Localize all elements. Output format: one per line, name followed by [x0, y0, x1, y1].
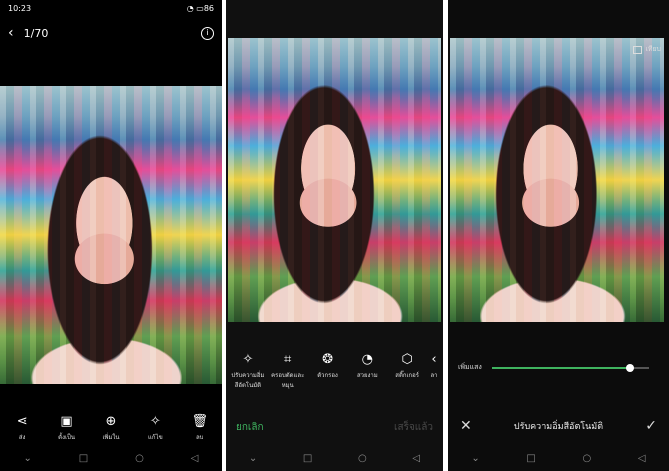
system-nav-bar: ⌄ □ ○ ◁ — [226, 445, 443, 471]
chevron-left-icon[interactable]: ‹ — [8, 25, 14, 41]
adjust-title: ปรับความอิ่มสีอัตโนมัติ — [513, 422, 604, 432]
sticker-icon: ⬡ — [401, 352, 413, 367]
slider-handle[interactable] — [626, 363, 635, 372]
info-icon[interactable]: i — [201, 26, 214, 40]
trash-icon: 🗑 — [191, 414, 208, 429]
battery-indicator: ◔ ▭86 — [186, 4, 214, 13]
photo-viewer-screen: 10:23 ◔ ▭86 ‹ 1/70 i ⋖ ส่ง ▣ ตั้งเป็น ⊕ เพิ… — [0, 0, 222, 471]
magic-wand-icon: ✧ — [149, 414, 161, 429]
intensity-slider[interactable] — [492, 363, 649, 372]
set-as-button[interactable]: ▣ ตั้งเป็น — [47, 414, 87, 442]
edit-button[interactable]: ✧ แก้ไข — [135, 414, 175, 442]
square-icon[interactable]: □ — [79, 453, 88, 464]
tool-auto-enhance[interactable]: ✧ ปรับความอิ่ม สีอัตโนมัติ — [228, 352, 268, 390]
photo-image — [228, 38, 441, 322]
system-nav-bar: ⌄ □ ○ ◁ — [0, 445, 222, 471]
set-as-icon: ▣ — [60, 414, 73, 429]
beauty-icon: ◔ — [361, 352, 374, 367]
back-triangle-icon[interactable]: ◁ — [191, 453, 199, 464]
delete-button[interactable]: 🗑 ลบ — [180, 414, 220, 442]
slider-fill — [492, 366, 631, 369]
more-icon: ‹ — [431, 352, 437, 367]
share-icon: ⋖ — [16, 414, 28, 429]
circle-icon[interactable]: ○ — [583, 453, 592, 464]
circle-icon[interactable]: ○ — [135, 453, 144, 464]
viewer-action-bar: ⋖ ส่ง ▣ ตั้งเป็น ⊕ เพิ่มใน ✧ แก้ไข 🗑 ลบ — [0, 414, 222, 442]
tool-more[interactable]: ‹ ลา — [427, 352, 441, 390]
editor-tool-bar: ✧ ปรับความอิ่ม สีอัตโนมัติ ⌗ ครอบตัดและ หม… — [226, 352, 443, 390]
back-triangle-icon[interactable]: ◁ — [638, 453, 646, 464]
adjust-footer: ✕ ปรับความอิ่มสีอัตโนมัติ ✓ — [448, 412, 669, 440]
crop-rotate-icon: ⌗ — [284, 352, 292, 367]
auto-enhance-screen: เทียบ เพิ่มแสง ✕ ปรับความอิ่มสีอัตโนมัติ… — [448, 0, 669, 471]
add-icon: ⊕ — [105, 414, 117, 429]
cancel-button[interactable]: ยกเลิก — [236, 420, 264, 435]
compare-icon — [633, 45, 643, 54]
chevron-down-icon[interactable]: ⌄ — [23, 453, 31, 464]
slider-label: เพิ่มแสง — [458, 363, 482, 371]
system-nav-bar: ⌄ □ ○ ◁ — [448, 445, 669, 471]
square-icon[interactable]: □ — [526, 453, 535, 464]
status-bar: 10:23 ◔ ▭86 — [0, 0, 222, 18]
photo-image[interactable] — [0, 86, 222, 384]
photo-image — [450, 38, 664, 322]
share-button[interactable]: ⋖ ส่ง — [2, 414, 42, 442]
tool-beauty[interactable]: ◔ สวยงาม — [347, 352, 387, 390]
compare-button[interactable]: เทียบ — [633, 44, 661, 55]
filter-icon: ❂ — [322, 352, 333, 367]
circle-icon[interactable]: ○ — [358, 453, 367, 464]
check-icon[interactable]: ✓ — [645, 418, 657, 434]
close-icon[interactable]: ✕ — [460, 418, 472, 434]
done-button[interactable]: เสร็จแล้ว — [394, 420, 433, 435]
chevron-down-icon[interactable]: ⌄ — [249, 453, 257, 464]
tool-crop-rotate[interactable]: ⌗ ครอบตัดและ หมุน — [268, 352, 308, 390]
intensity-slider-row: เพิ่มแสง — [458, 362, 659, 373]
auto-enhance-icon: ✧ — [242, 352, 254, 367]
tool-sticker[interactable]: ⬡ สติ๊กเกอร์ — [387, 352, 427, 390]
square-icon[interactable]: □ — [303, 453, 312, 464]
viewer-top-bar: ‹ 1/70 i — [0, 22, 222, 44]
chevron-down-icon[interactable]: ⌄ — [471, 453, 479, 464]
status-time: 10:23 — [8, 4, 32, 13]
tool-filter[interactable]: ❂ ตัวกรอง — [308, 352, 348, 390]
photo-editor-screen: ✧ ปรับความอิ่ม สีอัตโนมัติ ⌗ ครอบตัดและ หม… — [226, 0, 443, 471]
back-triangle-icon[interactable]: ◁ — [412, 453, 420, 464]
add-to-button[interactable]: ⊕ เพิ่มใน — [91, 414, 131, 442]
photo-counter: 1/70 — [23, 26, 49, 40]
